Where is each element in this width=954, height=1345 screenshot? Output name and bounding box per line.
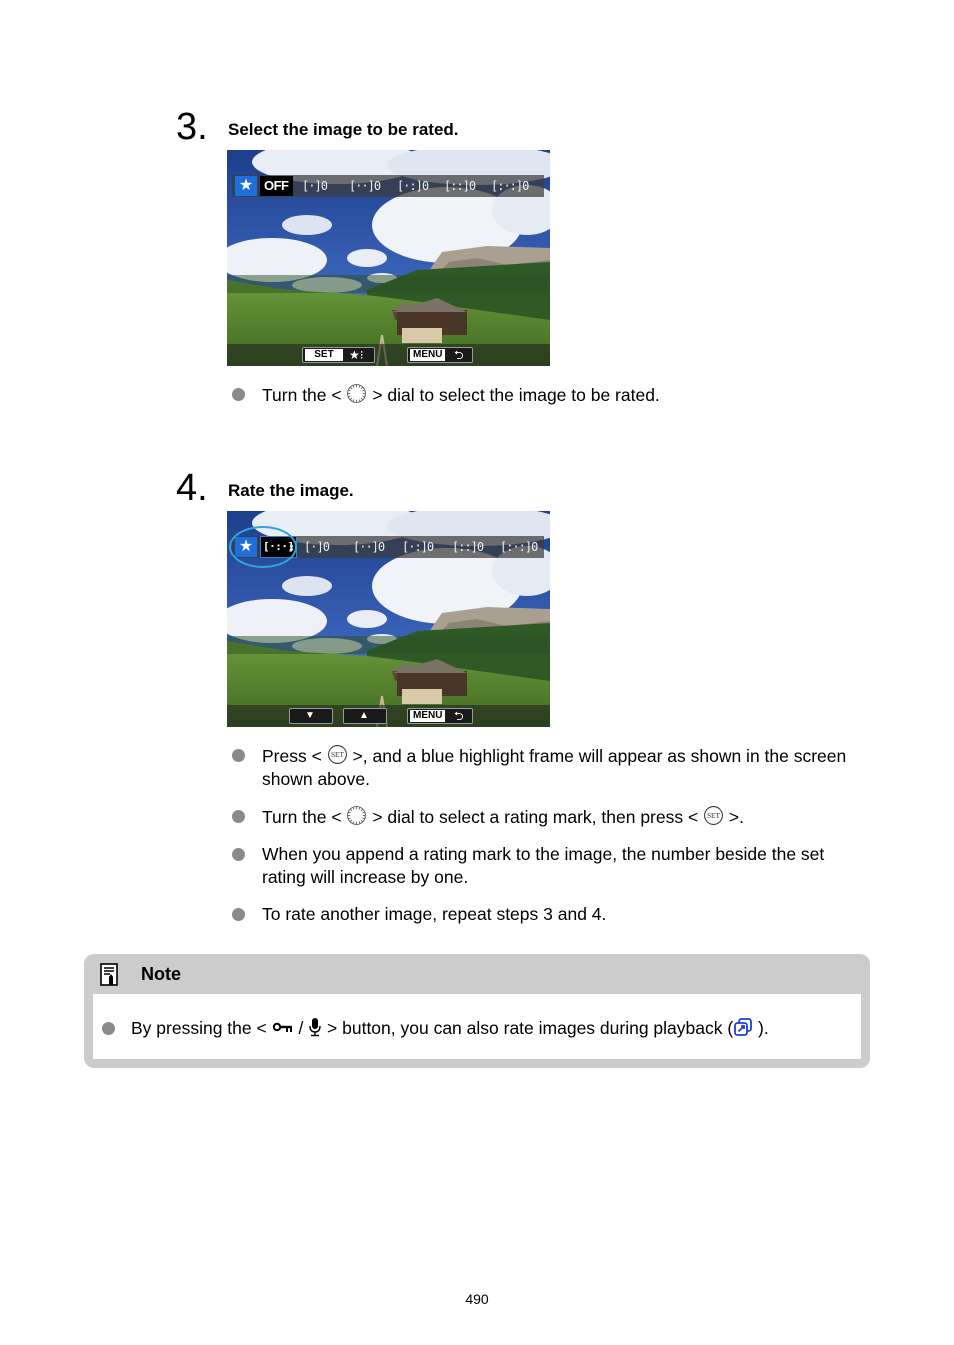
camera-bottom-bar: SET ★⁝ MENU ⮌ [227, 344, 550, 366]
star-updown-icon: ★⁝ [349, 348, 364, 362]
rating-up-button[interactable]: ▲ [343, 708, 387, 724]
note-body: By pressing the < / > button, you can al… [93, 994, 861, 1059]
set-label: SET [305, 349, 343, 361]
list-item: Turn the < > dial to select a rating mar… [231, 805, 861, 829]
rating-option-1[interactable]: [·]0 [302, 177, 328, 195]
set-button-icon [703, 805, 724, 826]
menu-back-button[interactable]: MENU ⮌ [407, 708, 473, 724]
rating-option-4[interactable]: [::]0 [452, 538, 484, 556]
rating-option-3[interactable]: [·:]0 [402, 538, 434, 556]
rating-option-5[interactable]: [:·:]0 [500, 538, 538, 556]
step-number: 4. [176, 467, 208, 509]
rating-selector-bar[interactable]: ★ OFF [·]0 [··]0 [·:]0 [::]0 [:·:]0 [232, 175, 544, 197]
camera-screen-step-4: ★ [·:·] ⇕ [·]0 [··]0 [·:]0 [::]0 [:·:]0 … [227, 511, 550, 727]
rating-option-2[interactable]: [··]0 [353, 538, 385, 556]
step-title: Select the image to be rated. [228, 120, 459, 139]
microphone-icon [309, 1018, 321, 1037]
main-dial-icon [346, 383, 367, 404]
menu-label: MENU [410, 349, 446, 361]
list-item: Turn the < > dial to select the image to… [231, 383, 861, 407]
list-item: By pressing the < / > button, you can al… [101, 1017, 769, 1040]
note-header: Note [84, 954, 870, 994]
bullet-dot [102, 1022, 115, 1035]
rating-option-2[interactable]: [··]0 [349, 177, 381, 195]
note-icon [100, 963, 118, 986]
main-dial-icon [346, 805, 367, 826]
rating-option-3[interactable]: [·:]0 [397, 177, 429, 195]
step-title: Rate the image. [228, 481, 354, 500]
list-item: Press < >, and a blue highlight frame wi… [231, 744, 861, 791]
camera-bottom-bar: ▼ ▲ MENU ⮌ [227, 705, 550, 727]
star-icon: ★ [235, 176, 257, 196]
step-4-bullets: Press < >, and a blue highlight frame wi… [231, 744, 861, 940]
list-item: When you append a rating mark to the ima… [231, 843, 861, 889]
rating-option-5[interactable]: [:·:]0 [491, 177, 529, 195]
bullet-dot [232, 749, 245, 762]
note-title: Note [141, 964, 181, 984]
menu-back-button[interactable]: MENU ⮌ [407, 347, 473, 363]
protect-key-icon [272, 1022, 292, 1032]
note-box: Note By pressing the < / > button, you c… [84, 954, 870, 1068]
current-rating-value[interactable]: OFF [260, 176, 293, 196]
bullet-dot [232, 848, 245, 861]
set-rate-button[interactable]: SET ★⁝ [302, 347, 375, 363]
bullet-dot [232, 810, 245, 823]
list-item: To rate another image, repeat steps 3 an… [231, 903, 861, 926]
rating-option-4[interactable]: [::]0 [444, 177, 476, 195]
camera-screen-step-3: ★ OFF [·]0 [··]0 [·:]0 [::]0 [:·:]0 SET … [227, 150, 550, 366]
rating-down-button[interactable]: ▼ [289, 708, 333, 724]
menu-label: MENU [410, 710, 446, 722]
return-arrow-icon: ⮌ [454, 709, 464, 723]
step-number: 3. [176, 106, 208, 148]
return-arrow-icon: ⮌ [454, 348, 464, 362]
blue-highlight-frame [229, 526, 297, 568]
page-number: 490 [465, 1291, 489, 1307]
step-3-bullets: Turn the < > dial to select the image to… [231, 383, 861, 421]
bullet-dot [232, 908, 245, 921]
down-triangle-icon: ▼ [305, 710, 315, 721]
set-button-icon [327, 744, 348, 765]
page-reference-link-icon[interactable] [733, 1017, 753, 1037]
up-triangle-icon: ▲ [359, 710, 369, 721]
bullet-dot [232, 388, 245, 401]
rating-option-1[interactable]: [·]0 [304, 538, 330, 556]
